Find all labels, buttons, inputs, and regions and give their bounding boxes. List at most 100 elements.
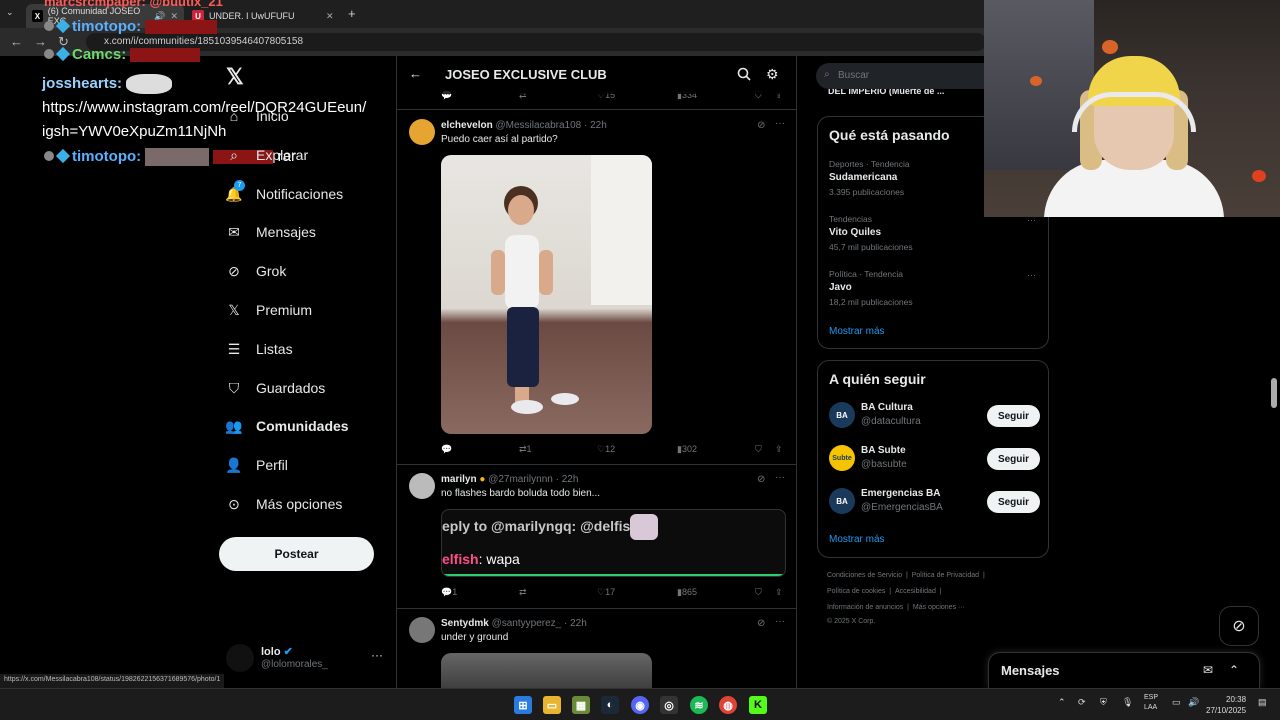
tweet-actions: 💬 ⇄ 1 ♡ 12 ▮ 302 ⛉ ⇪ — [441, 444, 787, 458]
sidebar-item-lists[interactable]: ☰ Listas — [226, 334, 293, 364]
more-icon[interactable]: ··· — [371, 648, 383, 662]
tab-list-icon[interactable]: ⌄ — [6, 7, 14, 18]
share-icon[interactable]: ⇪ — [775, 587, 783, 598]
footer-link[interactable]: Política de Privacidad — [912, 572, 979, 579]
account-switcher[interactable]: lolo ✔ @lolomorales_ ··· — [226, 642, 386, 672]
show-more-link[interactable]: Mostrar más — [829, 534, 885, 545]
grok-icon[interactable]: ⊘ — [757, 474, 765, 485]
sidebar-item-notifications[interactable]: 🔔 7 Notificaciones — [225, 179, 343, 209]
reply-icon[interactable]: 💬 1 — [441, 587, 457, 598]
sidebar-item-explore[interactable]: ⌕ Explorar — [226, 140, 308, 170]
steam-icon[interactable]: ◐ — [601, 696, 619, 714]
obs-icon[interactable]: ◎ — [660, 696, 678, 714]
messages-drawer[interactable]: Mensajes ✉ ⌃ — [988, 652, 1260, 688]
more-icon[interactable]: ··· — [775, 472, 785, 483]
footer-link[interactable]: Política de cookies — [827, 588, 885, 595]
sidebar-item-home[interactable]: ⌂ Inicio — [226, 101, 289, 131]
grok-floating-button[interactable]: ⊘ — [1219, 606, 1259, 646]
back-arrow-icon[interactable]: ← — [409, 66, 422, 81]
retweet-icon[interactable]: ⇄ — [519, 587, 527, 598]
footer-link[interactable]: Accesibilidad — [895, 588, 936, 595]
footer-link[interactable]: Información de anuncios — [827, 604, 903, 611]
footer-link[interactable]: Más opciones ··· — [913, 604, 965, 611]
footer-link[interactable]: Condiciones de Servicio — [827, 572, 902, 579]
tweet-photo[interactable] — [441, 653, 652, 688]
grok-icon[interactable]: ⊘ — [757, 618, 765, 629]
follow-button[interactable]: Seguir — [987, 405, 1040, 427]
more-icon[interactable]: ··· — [1027, 270, 1036, 280]
tray-shield-icon[interactable]: ⛨ — [1100, 697, 1107, 708]
sidebar-item-more[interactable]: ⊙ Más opciones — [226, 489, 342, 519]
volume-icon[interactable]: 🔊 — [1188, 697, 1199, 708]
like-icon[interactable]: ♡ 12 — [597, 444, 615, 455]
link-status-bar: https://x.com/Messilacabra108/status/198… — [0, 674, 225, 688]
kick-icon[interactable]: K — [749, 696, 767, 714]
gear-icon[interactable]: ⚙ — [766, 66, 779, 83]
new-tab-button[interactable]: + — [348, 6, 356, 21]
share-icon[interactable]: ⇪ — [775, 444, 783, 455]
sidebar-item-premium[interactable]: 𝕏 Premium — [226, 295, 312, 325]
bookmark-icon[interactable]: ⛉ — [755, 587, 762, 598]
file-explorer-icon[interactable]: ▭ — [543, 696, 561, 714]
microphone-icon[interactable]: 🎙 — [1122, 697, 1133, 708]
pumpkin-decoration — [1252, 170, 1266, 182]
new-message-icon[interactable]: ✉ — [1203, 663, 1213, 677]
emote-icon — [630, 514, 658, 540]
views-icon[interactable]: ▮ 865 — [677, 587, 697, 598]
tweet-media[interactable]: eply to @marilyngq: @delfish elfish: wap… — [441, 509, 786, 577]
sidebar-item-communities[interactable]: 👥 Comunidades — [225, 411, 348, 441]
tweet-actions: 💬 1 ⇄ ♡ 17 ▮ 865 ⛉ ⇪ — [441, 587, 787, 601]
search-icon[interactable] — [737, 67, 751, 81]
chat-username: timotopo: — [72, 18, 142, 35]
grok-icon[interactable]: ⊘ — [757, 120, 765, 131]
bookmark-icon[interactable]: ⛉ — [755, 444, 762, 455]
minecraft-icon[interactable]: ▦ — [572, 696, 590, 714]
retweet-icon[interactable]: ⇄ 1 — [519, 444, 532, 455]
x-logo-icon[interactable]: 𝕏 — [226, 64, 244, 90]
sidebar-item-grok[interactable]: ⊘ Grok — [226, 256, 286, 286]
show-more-link[interactable]: Mostrar más — [829, 326, 885, 337]
clock[interactable]: 20:38 27/10/2025 — [1206, 694, 1246, 716]
post-button[interactable]: Postear — [219, 537, 374, 571]
progress-bar — [442, 574, 785, 576]
language-indicator[interactable]: ESP LAA — [1144, 693, 1158, 713]
sidebar-item-bookmarks[interactable]: ⛉ Guardados — [226, 373, 326, 403]
discord-icon[interactable]: ◉ — [631, 696, 649, 714]
trend-category: Tendencias — [829, 214, 873, 224]
network-icon[interactable]: ▭ — [1172, 697, 1181, 708]
footer-sep: | — [889, 588, 892, 595]
page-scrollbar[interactable] — [1271, 378, 1277, 408]
diamond-badge-icon — [55, 148, 71, 164]
sidebar-item-profile[interactable]: 👤 Perfil — [225, 450, 288, 480]
community-header: ← JOSEO EXCLUSIVE CLUB ⚙ — [397, 56, 796, 94]
reply-icon[interactable]: 💬 — [441, 444, 452, 455]
divider — [397, 109, 796, 110]
views-icon[interactable]: ▮ 302 — [677, 444, 697, 455]
more-icon[interactable]: ··· — [775, 616, 785, 627]
chat-line-top: marcsrcmpaper: @buutix_21 — [44, 0, 223, 9]
trend-name: Vito Quiles — [829, 227, 882, 238]
tweet-photo[interactable] — [441, 155, 652, 434]
more-icon[interactable]: ··· — [775, 118, 785, 129]
url-input[interactable]: x.com/i/communities/1851039546407805158 — [86, 33, 986, 51]
footer-sep: | — [907, 604, 909, 611]
back-icon[interactable]: ← — [10, 34, 23, 49]
follow-button[interactable]: Seguir — [987, 491, 1040, 513]
expand-up-icon[interactable]: ⌃ — [1229, 663, 1239, 677]
like-icon[interactable]: ♡ 17 — [597, 587, 615, 598]
child-photo-image — [491, 155, 652, 414]
pumpkin-decoration — [1102, 40, 1118, 54]
chrome-icon[interactable]: ◍ — [719, 696, 737, 714]
chat-username: timotopo: — [72, 148, 142, 165]
spotify-icon[interactable]: ≋ — [690, 696, 708, 714]
page-title: JOSEO EXCLUSIVE CLUB — [445, 67, 607, 82]
tray-chevron-icon[interactable]: ⌃ — [1058, 697, 1066, 708]
grok-icon: ⊘ — [1232, 618, 1246, 635]
tray-app-icon[interactable]: ⟳ — [1078, 697, 1086, 708]
sidebar-item-messages[interactable]: ✉ Mensajes — [226, 217, 316, 247]
follow-button[interactable]: Seguir — [987, 448, 1040, 470]
notification-center-icon[interactable]: ▤ — [1258, 697, 1267, 708]
close-tab-icon[interactable]: ✕ — [326, 11, 334, 22]
windows-start-icon[interactable]: ⊞ — [514, 696, 532, 714]
main-timeline: 💬 ⇄ ♡ 15 ▮ 334 ⛉ ⇪ ← JOSEO EXCLUSIVE CLU… — [396, 56, 797, 688]
